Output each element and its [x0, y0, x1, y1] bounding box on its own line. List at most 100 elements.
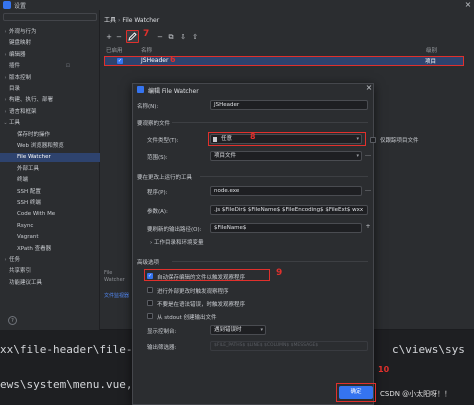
name-label: 名称(N): [137, 104, 159, 110]
dialog-app-icon [137, 86, 144, 93]
sidebar-item-label: 任务 [9, 257, 21, 263]
watermark: CSDN @小太阳呀！！ [380, 390, 452, 398]
sidebar-item[interactable]: Vagrant [0, 233, 100, 242]
sidebar-item[interactable]: 键盘映射 [0, 39, 100, 48]
scope-dropdown[interactable]: 项目文件 ▾ [210, 151, 362, 161]
stdout-label: 从 stdout 创建输出文件 [157, 315, 217, 321]
help-icon[interactable]: ? [8, 316, 17, 325]
sidebar-item[interactable]: SSH 配置 [0, 188, 100, 197]
name-field[interactable]: JSHeader [210, 100, 368, 110]
sidebar-item[interactable]: XPath 查看器 [0, 245, 100, 254]
annotation-7: 7 [143, 29, 150, 39]
sidebar-item[interactable]: SSH 终端 [0, 199, 100, 208]
add-icon[interactable]: + [104, 32, 114, 42]
footer-link[interactable]: 文件监视器 [104, 292, 129, 299]
scope-label: 范围(S): [147, 155, 168, 161]
console-dropdown[interactable]: 遇到错误时 ▾ [210, 325, 266, 335]
annotation-8: 8 [250, 132, 256, 141]
sidebar-item-label: Rsync [17, 222, 34, 229]
sidebar-item[interactable]: 保存时的操作 [0, 131, 100, 140]
sidebar-item-label: Vagrant [17, 234, 39, 241]
sidebar-item[interactable]: ⌄工具 [0, 119, 100, 128]
sidebar-item[interactable]: 目录 [0, 85, 100, 94]
column-name: 名称 [141, 48, 153, 54]
scope-more-button[interactable]: … [364, 151, 372, 160]
sidebar-item[interactable]: 功能建议工具 [0, 279, 100, 288]
chevron-icon: › [4, 74, 7, 81]
autosave-highlight [144, 269, 270, 281]
refresh-add-button[interactable]: + [364, 223, 372, 232]
window-title: 设置 [14, 3, 27, 10]
annotation-9: 9 [276, 268, 283, 278]
files-section-title: 要观察的文件 [137, 121, 171, 127]
column-enabled: 已启用 [106, 48, 123, 54]
sidebar-item[interactable]: File Watcher [0, 153, 100, 163]
dialog-close-icon[interactable]: × [364, 83, 374, 93]
chevron-icon: › [4, 257, 7, 263]
tool-section-divider [200, 176, 368, 177]
chevron-icon: › [4, 29, 7, 35]
settings-search-input[interactable] [3, 13, 97, 21]
import-icon[interactable]: ⇩ [178, 32, 188, 42]
sidebar-item[interactable]: › 编辑器 [0, 51, 100, 60]
export-icon[interactable]: ⇧ [190, 32, 200, 42]
sidebar-item-label: SSH 配置 [17, 188, 41, 195]
chevron-down-icon: ▾ [260, 327, 263, 333]
console-label: 显示控制台: [147, 329, 177, 335]
sidebar-item-label: Code With Me [17, 211, 56, 218]
tool-section-title: 要在更改上运行的工具 [137, 175, 193, 181]
program-field[interactable]: node.exe [210, 186, 362, 196]
stdout-checkbox[interactable] [147, 313, 153, 319]
chevron-down-icon: ▾ [356, 153, 359, 159]
close-icon[interactable]: × [462, 0, 474, 10]
dash-icon[interactable]: − [155, 32, 165, 42]
column-level: 级别 [426, 48, 438, 54]
sidebar-item-label: 工具 [9, 120, 21, 127]
track-project-checkbox[interactable] [370, 137, 376, 143]
program-browse-button[interactable]: … [364, 186, 372, 195]
sidebar-item-label: Web 浏览器和预览 [17, 143, 64, 149]
sidebar-item[interactable]: Rsync [0, 222, 100, 231]
filters-field: $FILE_PATHS$ $LINE$ $COLUMN$ $MESSAGE$ [210, 341, 368, 351]
sidebar-item-label: 编辑器 [9, 51, 26, 58]
sidebar-item[interactable]: › 语言和框架 [0, 108, 100, 117]
copy-icon[interactable]: ⧉ [166, 32, 176, 42]
sidebar-item[interactable]: › 外观与行为 [0, 28, 100, 37]
sidebar-item[interactable]: Code With Me [0, 210, 100, 219]
remove-icon[interactable]: − [114, 32, 124, 42]
refresh-field[interactable]: $FileName$ [210, 223, 362, 233]
sidebar-item-label: 目录 [9, 86, 21, 92]
files-section-divider [172, 122, 368, 123]
title-bar [0, 0, 474, 10]
args-field[interactable]: .js $FileDir$ $FileName$ $FileEncoding$ … [210, 205, 368, 215]
filetype-highlight [208, 132, 366, 146]
sidebar-item[interactable]: 插件 ⊡ [0, 62, 100, 71]
sidebar-item[interactable]: 终端 [0, 176, 100, 185]
terminal-line-1-tail: c\views\sys [392, 343, 465, 356]
sidebar-item-label: XPath 查看器 [17, 245, 52, 252]
sidebar-item-label: 功能建议工具 [9, 279, 43, 286]
workdir-expander[interactable]: › 工作目录和环境变量 [150, 238, 203, 246]
filters-label: 输出筛选器: [147, 345, 177, 351]
ok-button[interactable]: 确定 [339, 386, 373, 399]
sidebar-item[interactable]: Web 浏览器和预览 [0, 142, 100, 151]
console-value: 遇到错误时 [214, 327, 242, 333]
scope-value: 项目文件 [214, 153, 237, 159]
annotation-10: 10 [378, 365, 390, 374]
sidebar-item[interactable]: 外部工具 [0, 165, 100, 174]
track-project-label: 仅跟踪项目文件 [380, 138, 419, 144]
app-logo-icon [3, 1, 11, 9]
edit-button[interactable] [126, 30, 139, 43]
footer-note: File Watcher [104, 270, 125, 283]
program-label: 程序(P): [147, 190, 168, 196]
chevron-icon: › [4, 108, 7, 115]
sidebar-item[interactable]: › 任务 [0, 256, 100, 265]
sidebar-item[interactable]: › 构建、执行、部署 [0, 96, 100, 105]
breadcrumb: 工具 › File Watcher [104, 15, 159, 24]
syntax-error-checkbox[interactable] [147, 300, 153, 306]
breadcrumb-root[interactable]: 工具 [104, 17, 116, 24]
external-change-checkbox[interactable] [147, 287, 153, 293]
chevron-right-icon: › [150, 240, 153, 246]
sidebar-item[interactable]: 共享索引 [0, 267, 100, 276]
sidebar-item[interactable]: › 版本控制 [0, 74, 100, 83]
